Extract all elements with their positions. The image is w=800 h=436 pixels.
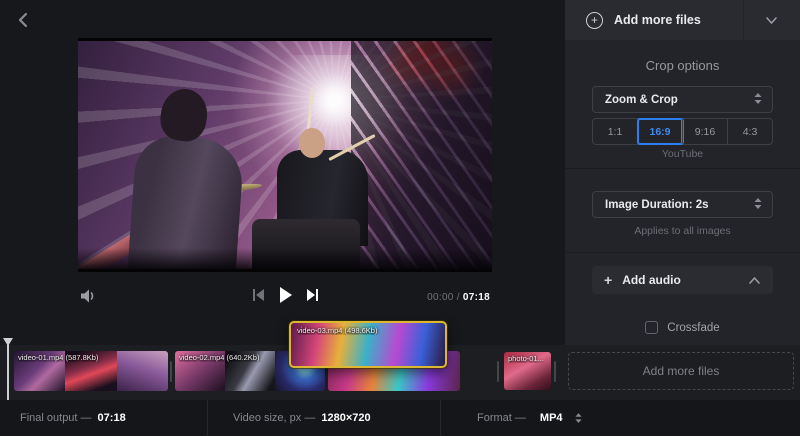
timeline-clip-photo-01[interactable]: photo-01... [504, 352, 551, 390]
section-divider [565, 168, 800, 169]
final-output-value: 07:18 [98, 412, 126, 424]
plus-circle-icon: + [586, 12, 603, 29]
guitarist-head [157, 86, 210, 144]
time-total: 07:18 [463, 292, 490, 303]
preview-area: 00:00 / 07:18 [0, 0, 565, 345]
add-audio-label: Add audio [622, 273, 681, 287]
format-stepper-icon[interactable] [575, 413, 582, 423]
format-selector[interactable]: Format — MP4 [477, 400, 582, 436]
chevron-up-icon [748, 276, 761, 285]
video-size-label: Video size, px — [233, 412, 315, 424]
clip-separator-handle[interactable] [554, 361, 556, 382]
crop-mode-select[interactable]: Zoom & Crop [592, 86, 773, 113]
plus-icon: + [604, 272, 612, 288]
image-duration-value: Image Duration: 2s [605, 199, 709, 211]
skip-back-icon [252, 288, 265, 302]
crop-options-title: Crop options [565, 58, 800, 73]
timeline-add-more-files-label: Add more files [643, 364, 720, 378]
playhead-handle[interactable] [3, 338, 13, 346]
ratio-button-16-9[interactable]: 16:9 [638, 119, 683, 144]
ratio-button-4-3[interactable]: 4:3 [728, 119, 772, 144]
stage-truss [351, 41, 492, 269]
timeline: video-01.mp4 (587.8Kb) video-02.mp4 (640… [0, 345, 800, 400]
footer-divider [207, 400, 208, 436]
play-button[interactable] [278, 286, 293, 304]
chevron-down-icon [765, 16, 778, 25]
crossfade-option[interactable]: Crossfade [565, 321, 800, 334]
crop-mode-value: Zoom & Crop [605, 94, 678, 106]
crossfade-checkbox[interactable] [645, 321, 658, 334]
next-button[interactable] [306, 288, 319, 302]
select-stepper-icon [754, 91, 762, 109]
clip-filename: photo-01... [508, 354, 547, 363]
drummer-head [299, 128, 325, 158]
settings-panel: + Add more files Crop options Zoom & Cro… [565, 0, 800, 345]
footer-divider [440, 400, 441, 436]
collapse-panel-button[interactable] [743, 0, 800, 40]
back-button[interactable] [10, 8, 36, 34]
format-value: MP4 [540, 412, 563, 424]
crossfade-label: Crossfade [667, 322, 719, 334]
time-display: 00:00 / 07:18 [427, 292, 490, 303]
speaker-icon [80, 288, 97, 304]
chevron-left-icon [17, 11, 29, 29]
previous-button[interactable] [252, 288, 265, 302]
skip-forward-icon [306, 288, 319, 302]
format-label: Format — [477, 412, 526, 424]
aspect-ratio-group: 1:1 16:9 9:16 4:3 [592, 118, 773, 145]
ratio-preset-label: YouTube [565, 148, 800, 160]
video-editor-app: 00:00 / 07:18 + Add more files Crop opti… [0, 0, 800, 436]
add-more-files-label: Add more files [614, 13, 701, 27]
player-controls: 00:00 / 07:18 [0, 282, 565, 316]
final-output-info: Final output — 07:18 [20, 400, 126, 436]
play-icon [278, 286, 293, 304]
timeline-add-more-files[interactable]: Add more files [568, 352, 794, 390]
stage-floor-shadow [78, 248, 492, 269]
clip-filename: video-01.mp4 (587.8Kb) [18, 353, 164, 362]
output-settings-bar: Final output — 07:18 Video size, px — 12… [0, 400, 800, 436]
video-size-value: 1280×720 [321, 412, 370, 424]
playhead[interactable] [7, 338, 9, 400]
clip-filename: video-03.mp4 (498.6Kb) [297, 326, 441, 335]
ratio-button-9-16[interactable]: 9:16 [683, 119, 728, 144]
dragged-clip-video-03[interactable]: video-03.mp4 (498.6Kb) [289, 321, 447, 368]
final-output-label: Final output — [20, 412, 92, 424]
video-size-info: Video size, px — 1280×720 [233, 400, 371, 436]
add-audio-button[interactable]: + Add audio [592, 266, 773, 294]
time-current: 00:00 [427, 292, 454, 303]
ratio-button-1-1[interactable]: 1:1 [593, 119, 638, 144]
select-stepper-icon [754, 196, 762, 214]
section-divider [565, 252, 800, 253]
transport-controls [252, 286, 319, 304]
applies-note: Applies to all images [565, 225, 800, 237]
image-duration-select[interactable]: Image Duration: 2s [592, 191, 773, 218]
clip-separator-handle[interactable] [170, 361, 172, 382]
timeline-clip-video-01[interactable]: video-01.mp4 (587.8Kb) [14, 351, 168, 391]
volume-button[interactable] [80, 288, 97, 304]
clip-separator-handle[interactable] [497, 361, 499, 382]
video-preview[interactable] [78, 38, 492, 272]
concert-scene-image [78, 41, 492, 269]
time-separator: / [454, 292, 463, 303]
